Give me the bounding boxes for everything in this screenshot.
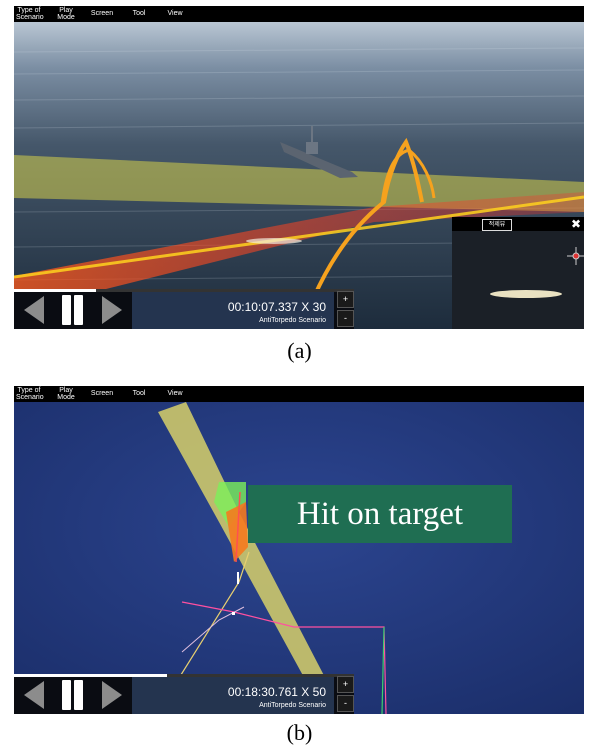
menu-label: Tool (132, 390, 146, 397)
pause-button[interactable] (58, 680, 86, 710)
prev-button[interactable] (24, 681, 44, 709)
playback-controls: 00:10:07.337 X 30 AntiTorpedo Scenario +… (14, 289, 354, 329)
menu-label: Type of Scenario (16, 387, 44, 401)
menu-label: Play Mode (57, 7, 75, 21)
scenario-name: AntiTorpedo Scenario (259, 702, 326, 709)
tab-view-2[interactable]: 적제뷰 (482, 219, 512, 231)
ocean-topdown-scene (14, 402, 584, 714)
menu-tool[interactable]: Tool (131, 390, 147, 397)
pause-button[interactable] (58, 295, 86, 325)
simulation-view-a: Type of Scenario Play Mode Screen Tool V… (14, 6, 584, 329)
menu-label: Screen (90, 10, 114, 17)
menu-view[interactable]: View (166, 390, 184, 397)
menu-label: View (167, 10, 183, 17)
ship-marker (237, 572, 239, 584)
speed-up-button[interactable]: + (337, 291, 354, 308)
time-display: 00:18:30.761 X 50 AntiTorpedo Scenario (132, 677, 334, 714)
torpedo (246, 238, 302, 244)
caption-a: (a) (287, 338, 312, 363)
close-icon[interactable]: ✖ (571, 217, 581, 231)
menu-screen[interactable]: Screen (90, 10, 114, 17)
menu-bar: Type of Scenario Play Mode Screen Tool V… (14, 6, 584, 22)
menu-label: Type of Scenario (16, 7, 44, 21)
menu-type-of-scenario[interactable]: Type of Scenario (16, 7, 44, 21)
torpedo-closeup (490, 290, 562, 298)
menu-tool[interactable]: Tool (131, 10, 147, 17)
prev-button[interactable] (24, 296, 44, 324)
caption-b: (b) (286, 720, 313, 745)
menu-play-mode[interactable]: Play Mode (56, 387, 76, 401)
menu-view[interactable]: View (166, 10, 184, 17)
decoy-marker (232, 612, 235, 615)
menu-bar: Type of Scenario Play Mode Screen Tool V… (14, 386, 584, 402)
speed-up-button[interactable]: + (337, 676, 354, 693)
sim-time: 00:10:07.337 X 30 (227, 300, 326, 314)
time-display: 00:10:07.337 X 30 AntiTorpedo Scenario (132, 292, 334, 329)
sim-time: 00:18:30.761 X 50 (227, 685, 326, 699)
menu-play-mode[interactable]: Play Mode (56, 7, 76, 21)
scenario-name: AntiTorpedo Scenario (259, 317, 326, 324)
next-button[interactable] (102, 296, 122, 324)
progress-fill (14, 289, 96, 292)
sub-view-tabs: 적제뷰 ✖ (452, 217, 584, 231)
tab-view-1[interactable] (458, 219, 478, 229)
sub-view-window: 적제뷰 ✖ (452, 217, 584, 329)
menu-label: Tool (132, 10, 146, 17)
speed-down-button[interactable]: - (337, 695, 354, 712)
menu-screen[interactable]: Screen (90, 390, 114, 397)
simulation-view-b: Type of Scenario Play Mode Screen Tool V… (14, 386, 584, 714)
menu-type-of-scenario[interactable]: Type of Scenario (16, 387, 44, 401)
speed-down-button[interactable]: - (337, 310, 354, 327)
hit-on-target-banner: Hit on target (248, 485, 512, 543)
menu-label: View (167, 390, 183, 397)
sub-view-scene (452, 231, 584, 329)
menu-label: Screen (90, 390, 114, 397)
playback-controls: 00:18:30.761 X 50 AntiTorpedo Scenario +… (14, 674, 354, 714)
next-button[interactable] (102, 681, 122, 709)
menu-label: Play Mode (57, 387, 75, 401)
